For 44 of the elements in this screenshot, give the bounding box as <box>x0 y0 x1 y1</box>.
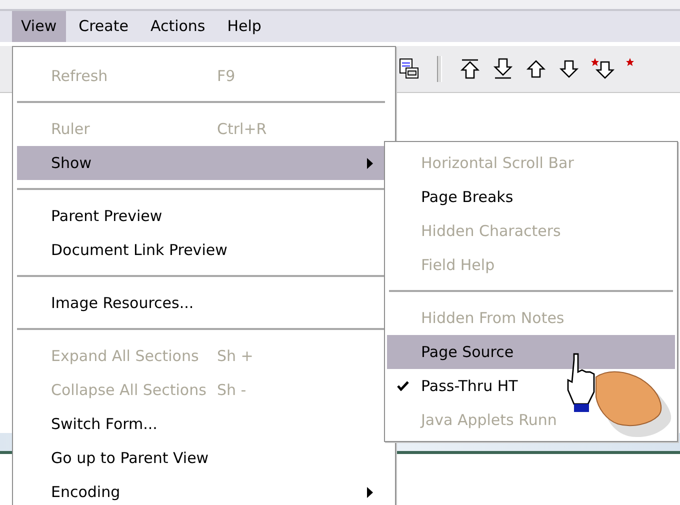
menu-item-label: Refresh <box>51 67 108 85</box>
menu-item[interactable]: Encoding <box>17 475 385 505</box>
menu-item-label: Pass-Thru HT <box>421 377 518 395</box>
menu-bar-item[interactable]: View <box>12 11 66 42</box>
menu-item-label: Hidden Characters <box>421 222 561 240</box>
arrow-down-to-bottom-icon[interactable] <box>492 58 514 80</box>
menu-item-label: Switch Form... <box>51 415 158 433</box>
menu-item-label: Hidden From Notes <box>421 309 564 327</box>
menu-item[interactable]: Page Breaks <box>387 180 675 214</box>
menu-item-label: Document Link Preview <box>51 241 228 259</box>
menu-item-label: Image Resources... <box>51 294 194 312</box>
menu-item-label: Field Help <box>421 256 495 274</box>
copy-document-icon[interactable] <box>398 58 420 80</box>
menu-bar-item[interactable]: Create <box>70 11 138 42</box>
menu-item[interactable]: Parent Preview <box>17 199 385 233</box>
menu-item-label: Parent Preview <box>51 207 162 225</box>
menu-item[interactable]: Image Resources... <box>17 286 385 320</box>
menu-item-label: Go up to Parent View <box>51 449 209 467</box>
toolbar-separator <box>437 56 442 82</box>
arrow-down-icon[interactable] <box>558 58 580 80</box>
menu-item-label: Encoding <box>51 483 120 501</box>
shortcut-label: F9 <box>217 67 236 85</box>
arrow-up-icon[interactable] <box>525 58 547 80</box>
menu-item[interactable]: Document Link Preview <box>17 233 385 267</box>
star-arrow-down-icon[interactable] <box>591 57 615 81</box>
menu-item[interactable]: Switch Form... <box>17 407 385 441</box>
menu-item-label: Page Breaks <box>421 188 514 206</box>
shortcut-label: Ctrl+R <box>217 120 267 138</box>
menu-item-label: Page Source <box>421 343 514 361</box>
menu-item-label: Show <box>51 154 92 172</box>
menu-item[interactable]: Show <box>17 146 385 180</box>
shortcut-label: Sh + <box>217 347 254 365</box>
menu-item-label: Horizontal Scroll Bar <box>421 154 574 172</box>
menu-item[interactable]: Go up to Parent View <box>17 441 385 475</box>
menu-bar-item[interactable]: Actions <box>141 11 214 42</box>
menu-item[interactable]: Page Source <box>387 335 675 369</box>
menu-item-label: Ruler <box>51 120 90 138</box>
menu-item-label: Collapse All Sections <box>51 381 206 399</box>
menu-item[interactable]: Pass-Thru HT <box>387 369 675 403</box>
menu-bar-item[interactable]: Help <box>218 11 270 42</box>
arrow-up-to-top-icon[interactable] <box>459 58 481 80</box>
shortcut-label: Sh - <box>217 381 246 399</box>
menu-item-label: Java Applets Runn <box>421 411 557 429</box>
menu-item-label: Expand All Sections <box>51 347 199 365</box>
